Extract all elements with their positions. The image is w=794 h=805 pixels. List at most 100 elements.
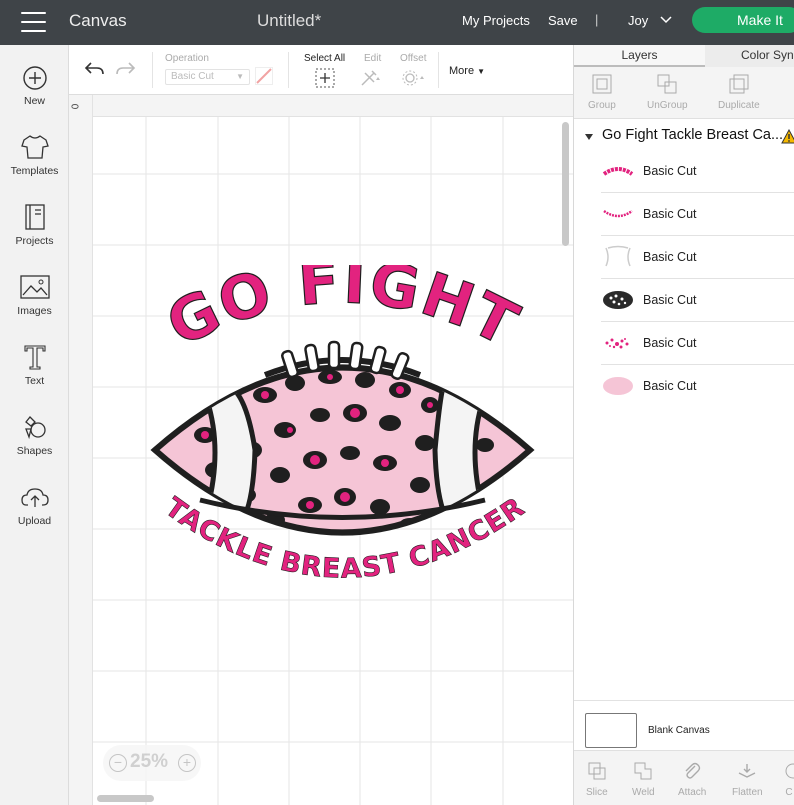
layer-group-name: Go Fight Tackle Breast Ca... xyxy=(602,127,784,143)
pink-oval-thumbnail-icon xyxy=(603,377,633,395)
edit-toolbar: Operation Basic Cut ▼ Select All Edit Off… xyxy=(69,45,573,95)
sidebar-item-templates[interactable]: Templates xyxy=(0,133,69,177)
attach-button[interactable]: Attach xyxy=(678,761,706,798)
layer-row[interactable]: Basic Cut xyxy=(601,279,794,322)
collapse-caret-icon[interactable] xyxy=(585,134,593,140)
hamburger-menu-icon[interactable] xyxy=(21,12,46,32)
sidebar-item-projects[interactable]: Projects xyxy=(0,203,69,247)
layer-name: Basic Cut xyxy=(643,379,697,393)
caret-down-icon: ▼ xyxy=(477,67,486,76)
group-button[interactable]: Group xyxy=(588,73,616,111)
tab-color-sync[interactable]: Color Sync xyxy=(705,45,794,67)
flatten-label: Flatten xyxy=(732,787,763,798)
blank-canvas-label: Blank Canvas xyxy=(648,725,710,736)
notebook-icon xyxy=(24,204,45,230)
sidebar-item-new[interactable]: New xyxy=(0,65,69,107)
operation-select[interactable]: Basic Cut ▼ xyxy=(165,69,250,85)
shirt-icon xyxy=(20,135,49,159)
layer-row[interactable]: Basic Cut xyxy=(601,365,794,408)
horizontal-scrollbar[interactable] xyxy=(97,795,154,802)
layer-row[interactable]: Basic Cut xyxy=(601,322,794,365)
document-title[interactable]: Untitled* xyxy=(257,11,321,31)
slice-button[interactable]: Slice xyxy=(586,761,608,798)
sidebar-item-upload[interactable]: Upload xyxy=(0,485,69,527)
more-button[interactable]: More ▼ xyxy=(449,65,485,77)
operation-value: Basic Cut xyxy=(171,71,214,82)
color-swatch-icon[interactable] xyxy=(255,67,273,85)
offset-icon[interactable] xyxy=(401,69,429,87)
layer-group-row[interactable]: Go Fight Tackle Breast Ca... xyxy=(574,123,794,153)
my-projects-link[interactable]: My Projects xyxy=(462,13,530,28)
ruler-origin: 0 xyxy=(70,103,82,110)
vertical-scrollbar[interactable] xyxy=(562,122,569,246)
flatten-button[interactable]: Flatten xyxy=(732,761,763,798)
weld-button[interactable]: Weld xyxy=(632,761,655,798)
duplicate-button[interactable]: Duplicate xyxy=(718,73,760,111)
edit-tools-icon[interactable] xyxy=(360,69,382,87)
group-label: Group xyxy=(588,100,616,111)
layer-tools: Group UnGroup Duplicate xyxy=(574,67,794,119)
bottom-layer-tools: Slice Weld Attach Flatten C xyxy=(574,750,794,805)
sidebar-item-images[interactable]: Images xyxy=(0,273,69,317)
flatten-icon xyxy=(738,764,756,778)
layer-name: Basic Cut xyxy=(643,250,697,264)
layer-row[interactable]: Basic Cut xyxy=(601,236,794,279)
top-bar: Canvas Untitled* My Projects Save | Joy … xyxy=(0,0,794,45)
panel-tabs: Layers Color Sync xyxy=(574,45,794,67)
ungroup-icon xyxy=(657,74,677,94)
weld-label: Weld xyxy=(632,787,655,798)
layer-name: Basic Cut xyxy=(643,293,697,307)
sidebar-label: Text xyxy=(24,375,45,387)
attach-label: Attach xyxy=(678,787,707,798)
user-menu[interactable]: Joy xyxy=(628,13,648,28)
layer-name: Basic Cut xyxy=(643,207,697,221)
operation-label: Operation xyxy=(165,53,209,64)
sidebar-item-text[interactable]: Text xyxy=(0,343,69,387)
toolbar-divider xyxy=(152,52,153,88)
layer-name: Basic Cut xyxy=(643,164,697,178)
select-all-icon[interactable] xyxy=(315,68,335,88)
sidebar-label: Templates xyxy=(10,165,59,177)
plus-circle-icon xyxy=(22,66,47,90)
paperclip-icon xyxy=(685,762,701,779)
group-icon xyxy=(592,74,612,94)
warning-icon[interactable] xyxy=(781,129,794,144)
layer-row[interactable]: Basic Cut xyxy=(601,193,794,236)
tackle-text-thumbnail-icon xyxy=(603,209,633,218)
toolbar-divider xyxy=(288,52,289,88)
contour-icon xyxy=(785,763,794,779)
zoom-control: − 25% + xyxy=(103,745,201,781)
image-icon xyxy=(19,275,50,299)
zoom-out-button[interactable]: − xyxy=(109,754,127,772)
sidebar-label: Upload xyxy=(17,515,52,527)
shapes-icon xyxy=(24,416,46,440)
make-it-button[interactable]: Make It xyxy=(692,7,794,33)
zoom-level: 25% xyxy=(130,751,169,772)
zoom-in-button[interactable]: + xyxy=(178,754,196,772)
blank-canvas-row[interactable]: Blank Canvas xyxy=(574,700,794,750)
undo-icon[interactable] xyxy=(83,60,105,78)
save-button[interactable]: Save xyxy=(548,13,578,28)
dropdown-arrow-icon: ▼ xyxy=(236,72,244,81)
go-fight-football-design[interactable]: GO FIGHT TACKLE BREAST CANCER xyxy=(145,265,540,610)
redo-icon[interactable] xyxy=(115,60,137,78)
leopard-thumbnail-icon xyxy=(603,291,633,309)
contour-button[interactable]: C xyxy=(784,761,794,798)
sidebar-item-shapes[interactable]: Shapes xyxy=(0,413,69,457)
chevron-down-icon[interactable] xyxy=(660,14,672,26)
slice-icon xyxy=(588,762,606,780)
go-fight-thumbnail-icon xyxy=(602,167,634,176)
tab-layers[interactable]: Layers xyxy=(574,45,705,67)
text-t-icon xyxy=(23,345,46,370)
left-sidebar: New Templates Projects Images Text Shape… xyxy=(0,45,69,805)
ungroup-button[interactable]: UnGroup xyxy=(647,73,688,111)
sidebar-label: Projects xyxy=(15,235,54,247)
sidebar-label: Images xyxy=(17,305,52,317)
white-stripes-thumbnail-icon xyxy=(605,245,631,267)
layers-panel: Layers Color Sync Group UnGroup Duplicat… xyxy=(573,45,794,805)
weld-icon xyxy=(634,762,652,780)
go-fight-text: GO FIGHT xyxy=(156,265,530,361)
layer-row[interactable]: Basic Cut xyxy=(601,150,794,193)
offset-label: Offset xyxy=(400,53,427,64)
blank-canvas-swatch[interactable] xyxy=(585,713,637,748)
